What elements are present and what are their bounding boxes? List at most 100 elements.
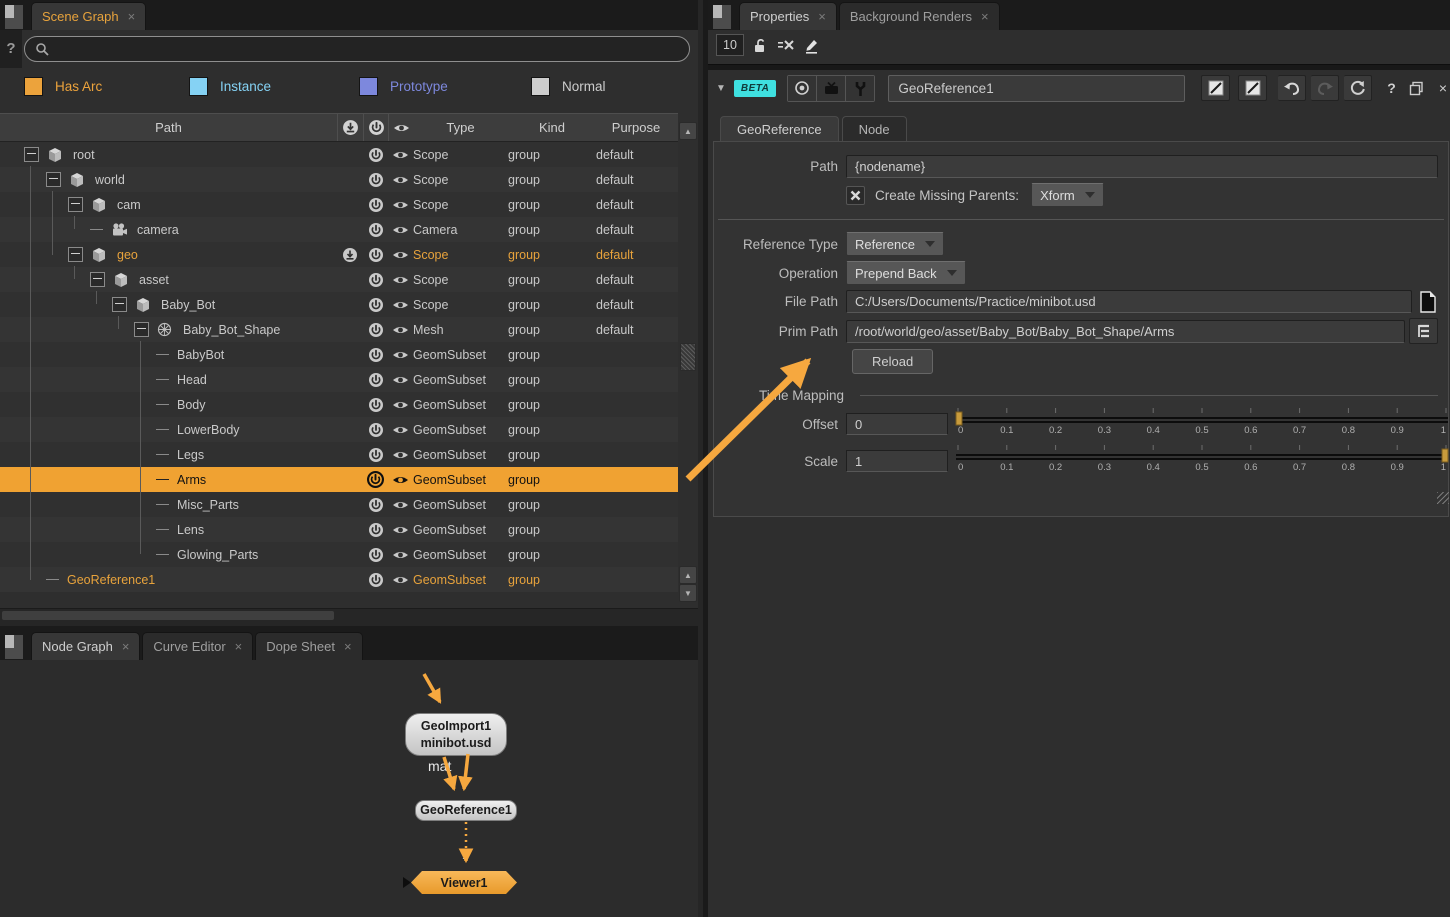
file-browser-icon[interactable] [1418, 291, 1438, 313]
eye-toggle-icon[interactable] [388, 374, 413, 386]
power-toggle-icon[interactable] [363, 522, 388, 538]
close-icon[interactable]: × [818, 10, 826, 23]
offset-value-field[interactable]: 0 [846, 413, 948, 435]
reload-button[interactable]: Reload [852, 349, 933, 374]
reference-type-dropdown[interactable]: Reference [846, 232, 944, 256]
operation-dropdown[interactable]: Prepend Back [846, 261, 966, 285]
slider-track[interactable]: 00.10.20.30.40.50.60.70.80.91 [954, 408, 1450, 435]
power-toggle-icon[interactable] [363, 222, 388, 238]
display-flag-button-2[interactable] [1238, 75, 1267, 101]
close-icon[interactable]: × [122, 640, 130, 653]
param-tab-node[interactable]: Node [842, 116, 907, 142]
close-icon[interactable]: × [235, 640, 243, 653]
node-viewer1[interactable]: Viewer1 [411, 871, 517, 894]
eye-toggle-icon[interactable] [388, 574, 413, 586]
node-geoimport1[interactable]: GeoImport1 minibot.usd [405, 713, 507, 756]
frame-number-field[interactable]: 10 [716, 34, 744, 56]
power-toggle-icon[interactable] [363, 372, 388, 388]
eye-toggle-icon[interactable] [388, 449, 413, 461]
close-icon[interactable]: × [128, 10, 136, 23]
eye-toggle-icon[interactable] [388, 499, 413, 511]
power-toggle-icon[interactable] [363, 297, 388, 313]
xform-dropdown[interactable]: Xform [1031, 183, 1104, 207]
restore-window-icon[interactable] [1409, 81, 1424, 96]
node-georeference1[interactable]: GeoReference1 [415, 800, 517, 821]
power-toggle-icon[interactable] [363, 547, 388, 563]
lock-icon[interactable] [752, 37, 769, 54]
power-toggle-icon[interactable] [363, 322, 388, 338]
table-row-baby_bot[interactable]: Baby_BotScopegroupdefault [0, 292, 678, 317]
table-row-head[interactable]: HeadGeomSubsetgroup [0, 367, 678, 392]
table-row-body[interactable]: BodyGeomSubsetgroup [0, 392, 678, 417]
search-field[interactable] [24, 36, 690, 62]
expander-icon[interactable] [112, 297, 127, 312]
scale-value-field[interactable]: 1 [846, 450, 948, 472]
power-toggle-icon[interactable] [363, 172, 388, 188]
monitor-icon[interactable] [817, 76, 846, 101]
power-toggle-icon[interactable] [363, 272, 388, 288]
power-toggle-icon[interactable] [363, 422, 388, 438]
eye-toggle-icon[interactable] [388, 524, 413, 536]
help-button[interactable]: ? [0, 30, 22, 68]
eye-toggle-icon[interactable] [388, 349, 413, 361]
edit-pencil-icon[interactable] [803, 37, 820, 54]
power-toggle-icon[interactable] [363, 572, 388, 588]
tab-scene-graph[interactable]: Scene Graph × [31, 2, 146, 30]
power-toggle-icon[interactable] [363, 147, 388, 163]
table-row-misc_parts[interactable]: Misc_PartsGeomSubsetgroup [0, 492, 678, 517]
slider-handle[interactable] [1442, 449, 1448, 462]
slider-handle[interactable] [956, 412, 962, 425]
table-row-georeference1[interactable]: GeoReference1GeomSubsetgroup [0, 567, 678, 592]
undo-button[interactable] [1278, 75, 1306, 101]
eye-toggle-icon[interactable] [388, 174, 413, 186]
table-row-baby_bot_shape[interactable]: Baby_Bot_ShapeMeshgroupdefault [0, 317, 678, 342]
path-field[interactable]: {nodename} [846, 155, 1438, 178]
node-name-field[interactable] [888, 75, 1185, 102]
table-row-legs[interactable]: LegsGeomSubsetgroup [0, 442, 678, 467]
reset-button[interactable] [1344, 75, 1372, 101]
scrollbar-down-button[interactable]: ▼ [679, 584, 697, 602]
horizontal-scrollbar-thumb[interactable] [2, 611, 334, 620]
expander-icon[interactable] [46, 172, 61, 187]
close-icon[interactable]: × [1439, 80, 1447, 96]
wrench-icon[interactable] [846, 76, 874, 101]
power-toggle-icon[interactable] [363, 447, 388, 463]
eye-toggle-icon[interactable] [388, 549, 413, 561]
table-row-arms[interactable]: ArmsGeomSubsetgroup [0, 467, 678, 492]
table-row-lens[interactable]: LensGeomSubsetgroup [0, 517, 678, 542]
tab-background-renders[interactable]: Background Renders× [839, 2, 1000, 30]
help-button[interactable]: ? [1387, 80, 1396, 96]
load-state-icon[interactable] [337, 247, 363, 263]
expander-icon[interactable] [68, 247, 83, 262]
tab-properties[interactable]: Properties× [739, 2, 837, 30]
eye-toggle-icon[interactable] [388, 199, 413, 211]
power-toggle-icon[interactable] [363, 397, 388, 413]
node-graph-canvas[interactable]: GeoImport1 minibot.usd mat GeoReference1… [0, 660, 698, 917]
expander-icon[interactable] [134, 322, 149, 337]
scrollbar-up-button-2[interactable]: ▲ [679, 566, 697, 584]
prim-path-field[interactable]: /root/world/geo/asset/Baby_Bot/Baby_Bot_… [846, 320, 1405, 343]
eye-toggle-icon[interactable] [388, 324, 413, 336]
table-row-world[interactable]: worldScopegroupdefault [0, 167, 678, 192]
eye-toggle-icon[interactable] [388, 149, 413, 161]
panel-widget-icon[interactable] [713, 5, 731, 29]
expander-icon[interactable] [24, 147, 39, 162]
power-toggle-icon[interactable] [363, 247, 388, 263]
table-row-babybot[interactable]: BabyBotGeomSubsetgroup [0, 342, 678, 367]
close-icon[interactable]: × [981, 10, 989, 23]
search-input[interactable] [59, 41, 679, 58]
param-tab-georeference[interactable]: GeoReference [720, 116, 839, 142]
eye-toggle-icon[interactable] [388, 249, 413, 261]
power-toggle-icon[interactable] [363, 497, 388, 513]
scale-slider[interactable]: 00.10.20.30.40.50.60.70.80.91 [954, 445, 1450, 477]
create-missing-parents-checkbox[interactable] [846, 186, 865, 205]
table-row-root[interactable]: rootScopegroupdefault [0, 142, 678, 167]
close-icon[interactable]: × [344, 640, 352, 653]
record-icon[interactable] [788, 76, 817, 101]
power-toggle-icon[interactable] [363, 471, 388, 488]
display-flag-button-1[interactable] [1201, 75, 1230, 101]
eye-toggle-icon[interactable] [388, 399, 413, 411]
scrollbar-up-button[interactable]: ▲ [679, 122, 697, 140]
eye-toggle-icon[interactable] [388, 299, 413, 311]
eye-toggle-icon[interactable] [388, 274, 413, 286]
